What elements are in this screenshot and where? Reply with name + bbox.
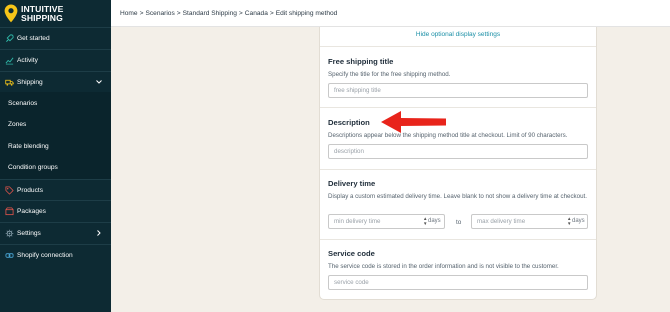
truck-icon xyxy=(4,77,14,87)
sidebar-item-label: Scenarios xyxy=(8,100,38,107)
sidebar-item-shipping[interactable]: Shipping xyxy=(0,71,111,92)
sidebar-item-label: Condition groups xyxy=(8,164,58,171)
description-input[interactable] xyxy=(328,144,588,159)
min-delivery-time-field: ▲▼ days xyxy=(328,214,445,229)
section-title: Delivery time xyxy=(328,179,376,188)
brand-name: INTUITIVE SHIPPING xyxy=(21,4,64,23)
days-unit-label: days xyxy=(428,218,441,224)
section-description: Descriptions appear below the shipping m… xyxy=(328,132,568,139)
sidebar-item-packages[interactable]: Packages xyxy=(0,200,111,221)
breadcrumb-current-page: Edit shipping method xyxy=(275,9,338,17)
sidebar-item-label: Settings xyxy=(17,229,41,237)
link-icon xyxy=(4,250,14,260)
gear-icon xyxy=(4,228,14,238)
breadcrumb-separator: > xyxy=(269,9,274,17)
package-icon xyxy=(4,206,14,216)
chevron-right-icon xyxy=(97,230,101,236)
section-description: Display a custom estimated delivery time… xyxy=(328,193,587,200)
hide-optional-settings-link[interactable]: Hide optional display settings xyxy=(320,31,596,38)
breadcrumb-standard-shipping[interactable]: Standard Shipping xyxy=(183,10,237,17)
breadcrumb-separator: > xyxy=(176,9,181,17)
sidebar-item-settings[interactable]: Settings xyxy=(0,222,111,243)
sidebar-item-activity[interactable]: Activity xyxy=(0,49,111,70)
section-title: Service code xyxy=(328,249,375,258)
optional-display-settings-card: Hide optional display settings Free ship… xyxy=(319,27,597,300)
sidebar-item-label: Get started xyxy=(17,34,50,42)
chart-icon xyxy=(4,55,14,65)
sidebar-item-label: Shipping xyxy=(17,78,43,86)
rocket-icon xyxy=(4,33,14,43)
sidebar-item-shopify-connection[interactable]: Shopify connection xyxy=(0,244,111,265)
location-pin-icon xyxy=(4,4,18,23)
sidebar-item-label: Shopify connection xyxy=(17,251,73,259)
number-stepper-icon[interactable]: ▲ ▼ xyxy=(423,216,427,226)
delivery-time-section: Delivery time Display a custom estimated… xyxy=(320,169,596,239)
sidebar-item-label: Products xyxy=(17,186,44,194)
sidebar-item-condition-groups[interactable]: Condition groups xyxy=(0,157,111,178)
sidebar-item-rate-blending[interactable]: Rate blending xyxy=(0,136,111,157)
description-section: Description Descriptions appear below th… xyxy=(320,107,596,169)
sidebar-item-scenarios[interactable]: Scenarios xyxy=(0,93,111,114)
tag-icon xyxy=(4,185,14,195)
breadcrumb-home[interactable]: Home xyxy=(120,10,138,17)
to-label: to xyxy=(456,219,462,226)
section-title: Free shipping title xyxy=(328,57,394,66)
brand-logo[interactable]: INTUITIVE SHIPPING xyxy=(0,0,111,27)
sidebar-item-products[interactable]: Products xyxy=(0,179,111,200)
sidebar-item-get-started[interactable]: Get started xyxy=(0,27,111,48)
sidebar-item-label: Packages xyxy=(17,207,46,215)
breadcrumb-canada[interactable]: Canada xyxy=(245,10,268,17)
service-code-input[interactable] xyxy=(328,275,588,290)
breadcrumb-separator: > xyxy=(238,9,243,17)
breadcrumb-scenarios[interactable]: Scenarios xyxy=(145,10,174,17)
sidebar-item-label: Rate blending xyxy=(8,143,49,150)
service-code-section: Service code The service code is stored … xyxy=(320,239,596,299)
max-delivery-time-field: ▲▼ days xyxy=(471,214,588,229)
days-unit-label: days xyxy=(572,218,585,224)
red-arrow-annotation xyxy=(381,111,446,133)
free-shipping-title-input[interactable] xyxy=(328,83,588,98)
sidebar-item-label: Activity xyxy=(17,56,38,64)
section-description: The service code is stored in the order … xyxy=(328,263,559,270)
free-shipping-title-section: Free shipping title Specify the title fo… xyxy=(320,46,596,107)
sidebar-item-zones[interactable]: Zones xyxy=(0,114,111,135)
number-stepper-icon[interactable]: ▲ ▼ xyxy=(567,216,571,226)
breadcrumb: Home > Scenarios > Standard Shipping > C… xyxy=(111,0,670,27)
section-description: Specify the title for the free shipping … xyxy=(328,71,451,78)
breadcrumb-separator: > xyxy=(139,9,144,17)
chevron-down-icon xyxy=(96,80,102,84)
sidebar: INTUITIVE SHIPPING Get started Activity … xyxy=(0,0,111,312)
section-title: Description xyxy=(328,118,370,127)
sidebar-item-label: Zones xyxy=(8,121,27,128)
